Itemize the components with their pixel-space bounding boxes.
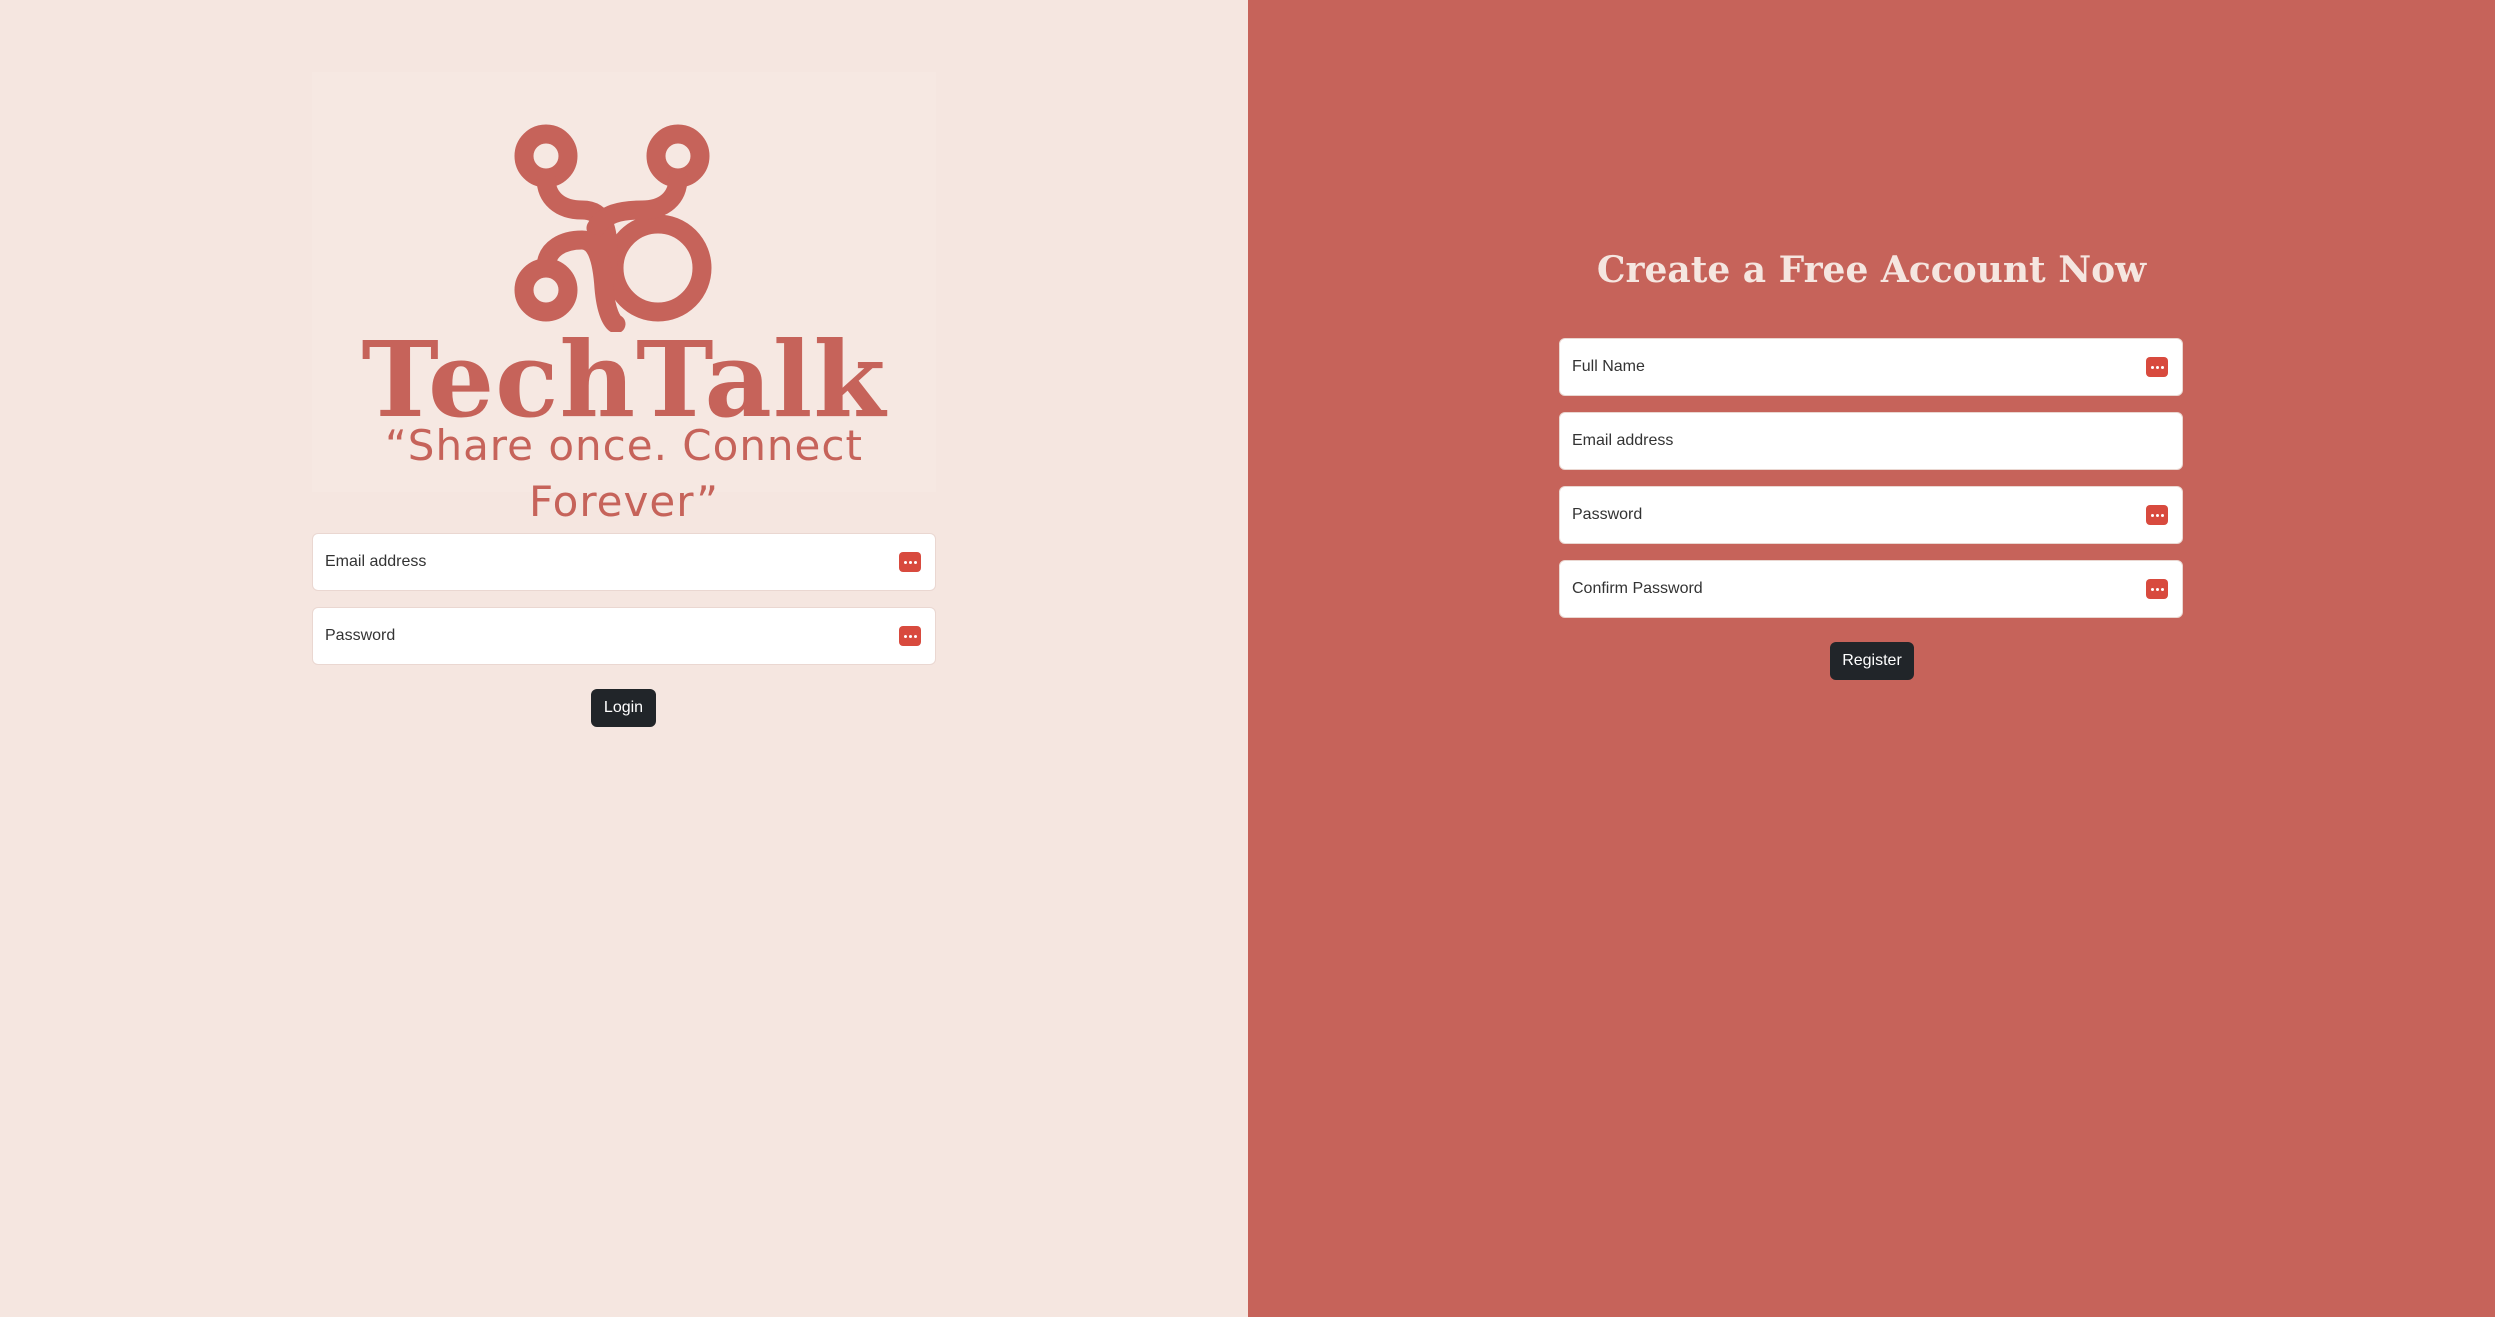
register-confirm-password-field[interactable] [1559, 560, 2183, 618]
password-manager-icon[interactable] [2146, 505, 2168, 525]
login-email-field[interactable] [312, 533, 936, 591]
auth-page: TechTalk “Share once. Connect Forever” L… [0, 0, 2495, 1317]
password-manager-icon[interactable] [899, 626, 921, 646]
password-manager-icon[interactable] [899, 552, 921, 572]
login-button[interactable]: Login [591, 689, 656, 727]
register-title: Create a Free Account Now [1596, 249, 2147, 291]
login-password-input[interactable] [313, 608, 877, 664]
brand-tagline: “Share once. Connect Forever” [385, 421, 863, 526]
register-password-input[interactable] [1560, 487, 2124, 543]
register-panel: Create a Free Account Now Register [1248, 0, 2495, 1317]
register-email-field[interactable] [1559, 412, 2183, 470]
register-button[interactable]: Register [1830, 642, 1914, 680]
register-password-field[interactable] [1559, 486, 2183, 544]
login-password-field[interactable] [312, 607, 936, 665]
register-fullname-field[interactable] [1559, 338, 2183, 396]
register-confirm-password-input[interactable] [1560, 561, 2124, 617]
register-fullname-input[interactable] [1560, 339, 2124, 395]
password-manager-icon[interactable] [2146, 579, 2168, 599]
login-email-input[interactable] [313, 534, 877, 590]
techtalk-logo-icon [514, 124, 712, 332]
login-panel: TechTalk “Share once. Connect Forever” L… [0, 0, 1248, 1317]
register-email-input[interactable] [1560, 413, 2124, 469]
password-manager-icon[interactable] [2146, 357, 2168, 377]
